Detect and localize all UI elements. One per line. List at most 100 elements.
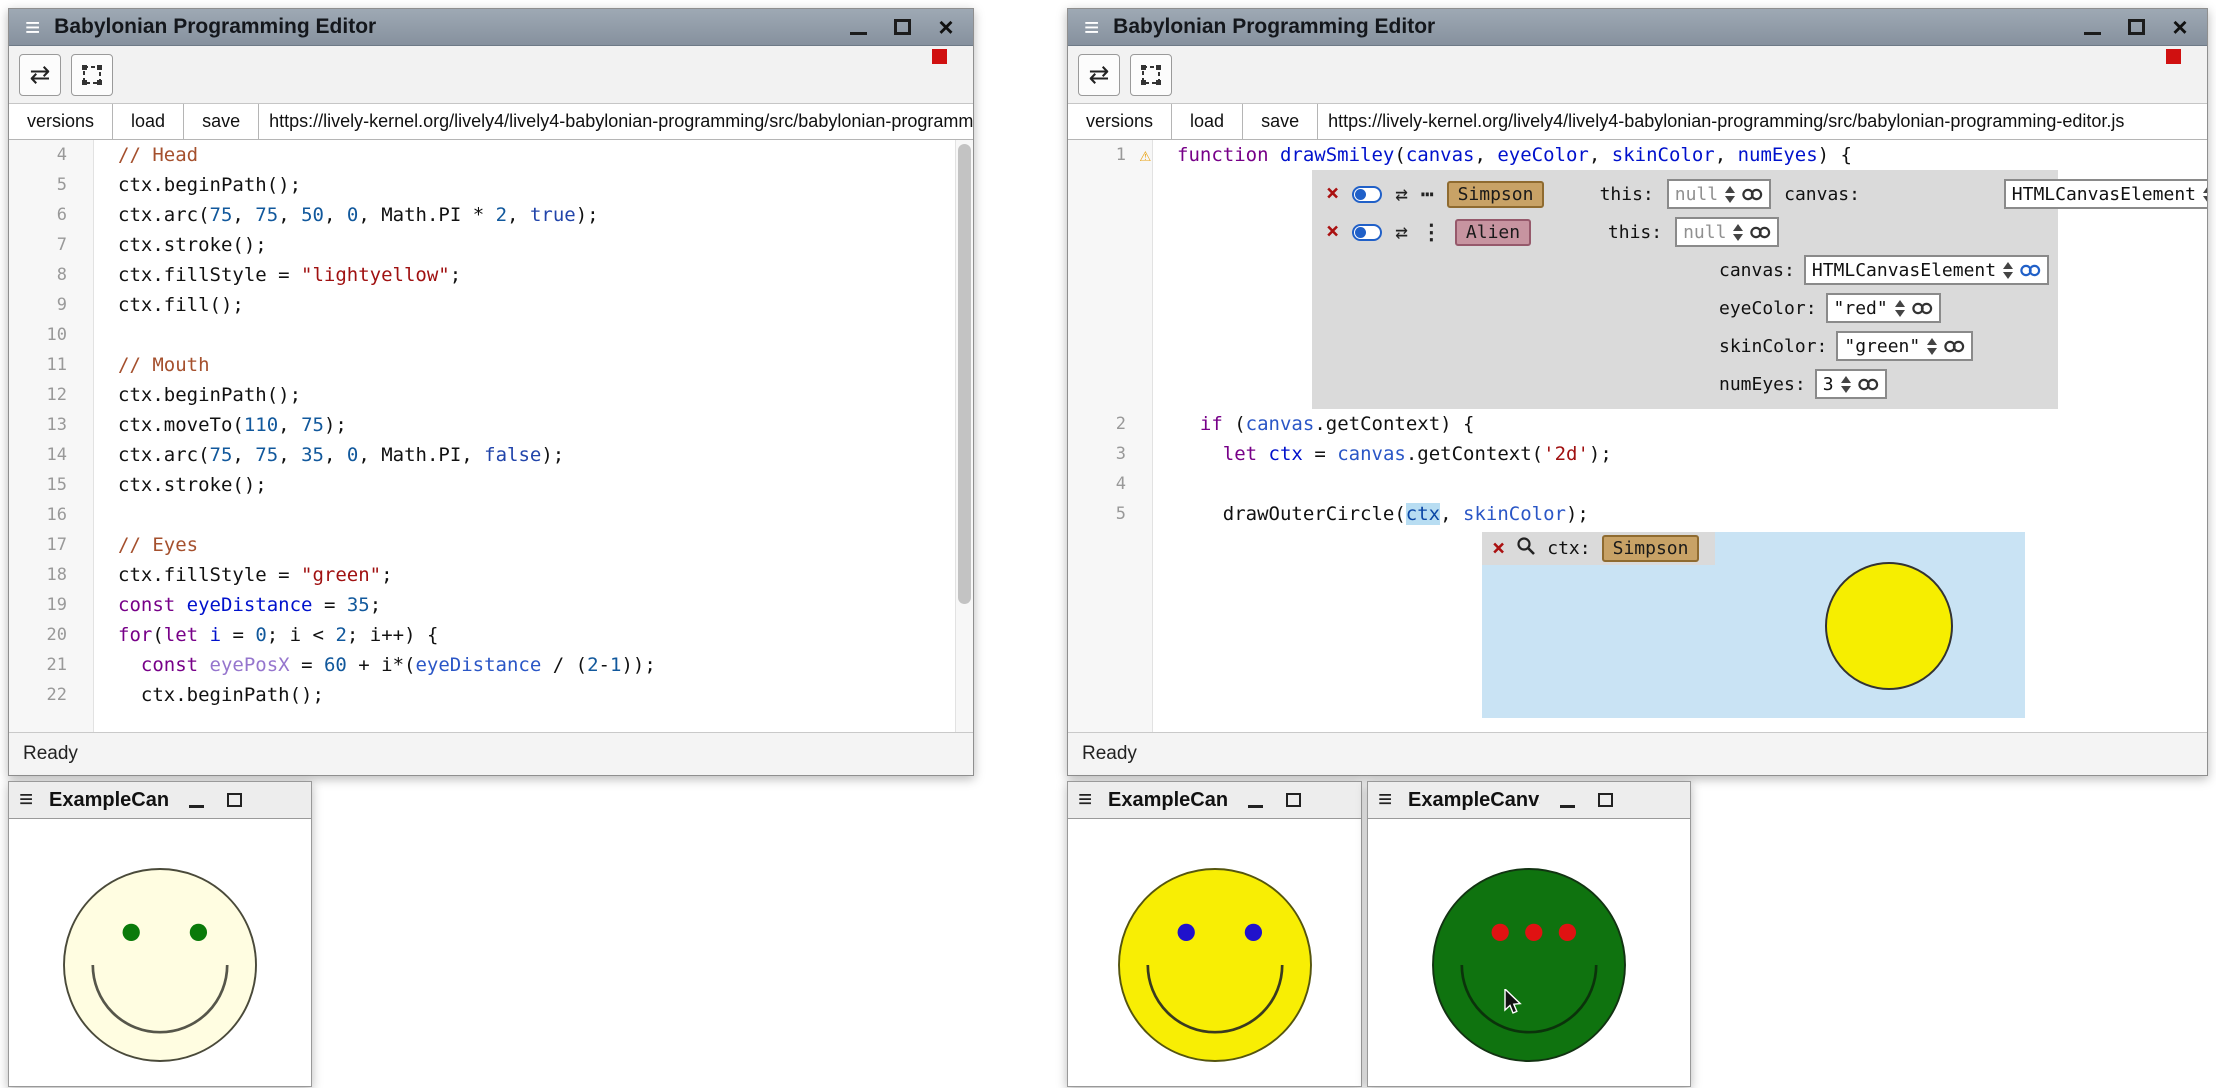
line-number[interactable]: 6 [9, 200, 94, 230]
load-tab[interactable]: load [1172, 104, 1243, 139]
value-stepper-icon[interactable] [1927, 338, 1937, 355]
code-text[interactable]: ctx.beginPath(); [94, 380, 973, 410]
minimize-button[interactable] [1556, 789, 1578, 811]
line-number[interactable]: 5 [1068, 499, 1153, 529]
line-number[interactable]: 5 [9, 170, 94, 200]
line-number[interactable]: 18 [9, 560, 94, 590]
select-frame-button[interactable] [1130, 54, 1172, 96]
code-text[interactable]: drawOuterCircle(ctx, skinColor); [1153, 499, 2207, 529]
code-text[interactable]: ctx.moveTo(110, 75); [94, 410, 973, 440]
value-stepper-icon[interactable] [2203, 186, 2207, 203]
swap-button[interactable]: ⇄ [1078, 54, 1120, 96]
code-text[interactable]: ctx.fill(); [94, 290, 973, 320]
code-text[interactable]: if (canvas.getContext) { [1153, 409, 2207, 439]
link-icon[interactable] [1750, 226, 1771, 239]
maximize-button[interactable] [891, 15, 913, 39]
delete-probe-button[interactable]: × [1492, 538, 1505, 560]
line-number[interactable]: 19 [9, 590, 94, 620]
code-text[interactable]: const eyePosX = 60 + i*(eyeDistance / (2… [94, 650, 973, 680]
value-stepper-icon[interactable] [1725, 186, 1735, 203]
line-number[interactable]: 17 [9, 530, 94, 560]
value-box[interactable]: null [1675, 217, 1779, 247]
titlebar[interactable]: ≡ Babylonian Programming Editor × [9, 9, 973, 46]
minimize-button[interactable] [847, 15, 869, 39]
line-number[interactable]: 4 [1068, 469, 1153, 499]
example-menu-icon[interactable]: ⋯ [1421, 184, 1434, 205]
menu-icon[interactable]: ≡ [1378, 788, 1392, 812]
titlebar[interactable]: ≡ ExampleCanvas [9, 782, 311, 819]
line-number[interactable]: 16 [9, 500, 94, 530]
link-icon[interactable] [1944, 340, 1965, 353]
maximize-button[interactable] [2125, 15, 2147, 39]
line-number[interactable]: 14 [9, 440, 94, 470]
versions-tab[interactable]: versions [9, 104, 113, 139]
close-button[interactable]: × [2169, 15, 2191, 39]
code-text[interactable]: for(let i = 0; i < 2; i++) { [94, 620, 973, 650]
menu-icon[interactable]: ≡ [1084, 14, 1099, 40]
line-number[interactable]: 10 [9, 320, 94, 350]
url-field[interactable]: https://lively-kernel.org/lively4/lively… [1318, 104, 2207, 139]
line-number[interactable]: 22 [9, 680, 94, 710]
code-text[interactable]: ctx.beginPath(); [94, 680, 973, 710]
line-number[interactable]: 12 [9, 380, 94, 410]
line-number[interactable]: 8 [9, 260, 94, 290]
minimize-button[interactable] [185, 789, 207, 811]
code-text[interactable] [94, 320, 973, 350]
menu-icon[interactable]: ≡ [25, 14, 40, 40]
load-tab[interactable]: load [113, 104, 184, 139]
line-number[interactable]: 9 [9, 290, 94, 320]
example-badge[interactable]: Simpson [1602, 535, 1700, 562]
link-icon[interactable] [1858, 378, 1879, 391]
code-text[interactable]: // Head [94, 140, 973, 170]
code-text[interactable]: ctx.fillStyle = "green"; [94, 560, 973, 590]
example-toggle[interactable] [1352, 224, 1382, 241]
code-text[interactable] [1153, 469, 2207, 499]
code-text[interactable]: ctx.beginPath(); [94, 170, 973, 200]
url-field[interactable]: https://lively-kernel.org/lively4/lively… [259, 104, 973, 139]
line-number[interactable]: 15 [9, 470, 94, 500]
code-text[interactable]: // Mouth [94, 350, 973, 380]
line-number[interactable]: 21 [9, 650, 94, 680]
code-text[interactable] [94, 500, 973, 530]
example-badge[interactable]: Simpson [1447, 181, 1545, 208]
value-box[interactable]: HTMLCanvasElement [2004, 179, 2207, 209]
link-icon[interactable] [2020, 264, 2041, 277]
line-number[interactable]: 13 [9, 410, 94, 440]
select-frame-button[interactable] [71, 54, 113, 96]
titlebar[interactable]: ≡ ExampleCanvas [1368, 782, 1690, 819]
code-text[interactable]: ctx.fillStyle = "lightyellow"; [94, 260, 973, 290]
value-box[interactable]: "green" [1836, 331, 1973, 361]
value-stepper-icon[interactable] [2003, 262, 2013, 279]
save-tab[interactable]: save [184, 104, 259, 139]
value-box[interactable]: HTMLCanvasElement [1804, 255, 2049, 285]
code-text[interactable]: ctx.stroke(); [94, 230, 973, 260]
line-number[interactable]: 1⚠ [1068, 140, 1153, 170]
swap-icon[interactable]: ⇄ [1395, 184, 1408, 205]
line-number[interactable]: 4 [9, 140, 94, 170]
line-number[interactable]: 11 [9, 350, 94, 380]
example-toggle[interactable] [1352, 186, 1382, 203]
delete-example-button[interactable]: × [1326, 221, 1339, 243]
titlebar[interactable]: ≡ Babylonian Programming Editor × [1068, 9, 2207, 46]
delete-example-button[interactable]: × [1326, 183, 1339, 205]
maximize-button[interactable] [1594, 789, 1616, 811]
value-box[interactable]: 3 [1815, 369, 1887, 399]
code-text[interactable]: ctx.arc(75, 75, 35, 0, Math.PI, false); [94, 440, 973, 470]
value-stepper-icon[interactable] [1841, 376, 1851, 393]
value-box[interactable]: null [1667, 179, 1771, 209]
code-text[interactable]: let ctx = canvas.getContext('2d'); [1153, 439, 2207, 469]
canvas-area[interactable] [1368, 819, 1690, 1086]
value-stepper-icon[interactable] [1733, 224, 1743, 241]
swap-button[interactable]: ⇄ [19, 54, 61, 96]
save-tab[interactable]: save [1243, 104, 1318, 139]
menu-icon[interactable]: ≡ [19, 788, 33, 812]
value-stepper-icon[interactable] [1895, 300, 1905, 317]
link-icon[interactable] [1912, 302, 1933, 315]
swap-icon[interactable]: ⇄ [1395, 222, 1408, 243]
code-text[interactable]: function drawSmiley(canvas, eyeColor, sk… [1153, 140, 2207, 170]
versions-tab[interactable]: versions [1068, 104, 1172, 139]
line-number[interactable]: 20 [9, 620, 94, 650]
titlebar[interactable]: ≡ ExampleCanvas [1068, 782, 1361, 819]
close-button[interactable]: × [935, 15, 957, 39]
maximize-button[interactable] [1282, 789, 1304, 811]
